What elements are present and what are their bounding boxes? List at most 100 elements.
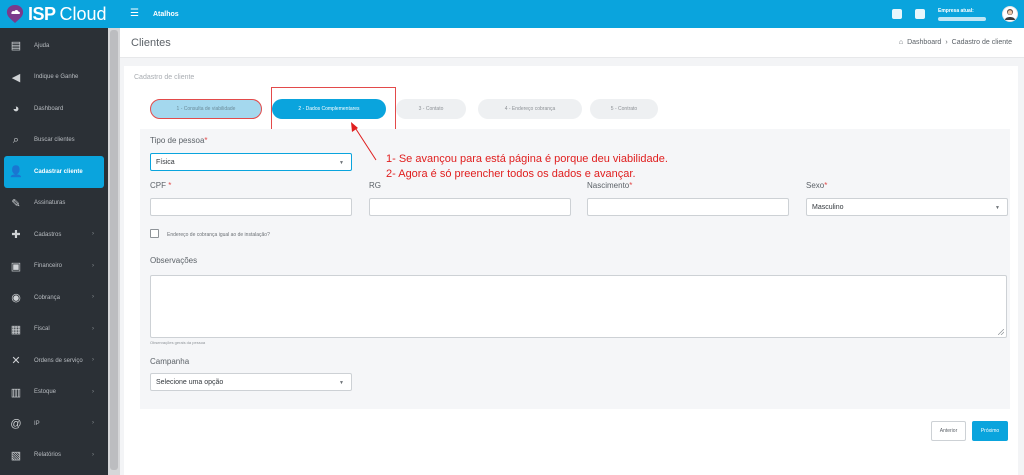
annotation-line-1: 1- Se avançou para está página é porque …: [386, 153, 668, 165]
sidebar-item-label: Financeiro: [34, 263, 63, 270]
annotation-highlight-box: [271, 87, 396, 131]
user-avatar[interactable]: [1002, 6, 1018, 22]
caret-down-icon: ▼: [339, 160, 344, 166]
top-bar: ISP Cloud ☰ Atalhos Empresa atual:: [0, 0, 1024, 28]
step-3-contact[interactable]: 3 - Contato: [396, 99, 466, 119]
campanha-value: Selecione uma opção: [156, 378, 224, 386]
observacoes-textarea[interactable]: [150, 275, 1007, 338]
sidebar-scrollbar-thumb[interactable]: [110, 30, 118, 470]
observacoes-help: Observações gerais da pessoa: [150, 340, 206, 345]
pencil-icon: ✎: [11, 197, 21, 210]
sidebar: ▤ Ajuda ◀ Indique e Ganhe ◕ Dashboard ⌕ …: [0, 28, 108, 475]
chevron-right-icon: ›: [92, 262, 94, 269]
sidebar-item-label: Assinaturas: [34, 200, 66, 207]
chevron-right-icon: ›: [92, 388, 94, 395]
logo[interactable]: ISP Cloud: [0, 0, 120, 28]
cpf-input[interactable]: [150, 198, 352, 216]
company-label: Empresa atual:: [938, 7, 974, 14]
sidebar-item-label: Fiscal: [34, 326, 50, 333]
sidebar-item-cadastrar[interactable]: 👤 Cadastrar cliente: [4, 156, 104, 188]
sidebar-item-ordens[interactable]: ✕ Ordens de serviço ›: [0, 345, 108, 377]
sidebar-item-label: Relatórios: [34, 452, 62, 459]
avatar-icon: [1005, 9, 1015, 20]
sidebar-item-cobranca[interactable]: ◉ Cobrança ›: [0, 282, 108, 314]
sidebar-item-estoque[interactable]: ▥ Estoque ›: [0, 377, 108, 409]
nascimento-input[interactable]: [587, 198, 789, 216]
home-icon: ⌂: [898, 39, 904, 46]
chevron-right-icon: ›: [92, 420, 94, 426]
sidebar-item-fiscal[interactable]: ▦ Fiscal ›: [0, 314, 108, 346]
breadcrumb: ⌂ Dashboard › Cadastro de cliente: [899, 39, 1012, 46]
observacoes-label: Observações: [150, 256, 198, 265]
tipo-pessoa-select[interactable]: Física ▼: [150, 153, 352, 171]
sidebar-item-buscar[interactable]: ⌕ Buscar clientes: [0, 125, 108, 157]
sidebar-item-assinaturas[interactable]: ✎ Assinaturas: [0, 188, 108, 220]
hamburger-menu-icon[interactable]: ☰: [130, 9, 139, 19]
step-5-contract[interactable]: 5 - Contrato: [590, 99, 658, 119]
shortcuts-link[interactable]: Atalhos: [153, 11, 179, 18]
sexo-select[interactable]: Masculino ▼: [806, 198, 1008, 216]
sidebar-item-label: Buscar clientes: [34, 137, 75, 144]
sidebar-item-cadastros[interactable]: ✚ Cadastros ›: [0, 219, 108, 251]
calendar-icon[interactable]: [915, 9, 925, 19]
caret-down-icon: ▼: [995, 205, 1000, 211]
page-header: Clientes ⌂ Dashboard › Cadastro de clien…: [120, 28, 1024, 58]
sidebar-item-label: Ordens de serviço: [34, 357, 83, 364]
sidebar-item-relatorios[interactable]: ▧ Relatórios ›: [0, 440, 108, 472]
book-icon: ▤: [10, 40, 22, 53]
sidebar-item-label: IP: [34, 420, 40, 427]
sidebar-item-label: Cadastros: [34, 231, 62, 238]
sidebar-item-label: Cadastrar cliente: [34, 168, 83, 175]
sidebar-item-label: Indique e Ganhe: [34, 74, 79, 81]
company-selector[interactable]: Empresa atual:: [938, 8, 994, 21]
chevron-right-icon: ›: [92, 325, 94, 332]
breadcrumb-dashboard[interactable]: Dashboard: [907, 39, 941, 46]
breadcrumb-current: Cadastro de cliente: [951, 39, 1012, 46]
billing-same-checkbox[interactable]: [150, 229, 159, 238]
sidebar-item-ajuda[interactable]: ▤ Ajuda: [0, 30, 108, 62]
step-1-viability[interactable]: 1 - Consulta de viabilidade: [150, 99, 262, 119]
annotation-line-2: 2- Agora é só preencher todos os dados e…: [386, 168, 636, 180]
box-icon: ▥: [10, 386, 22, 399]
step-label: 4 - Endereço cobrança: [504, 106, 556, 112]
topbar-right: Empresa atual:: [892, 0, 1024, 28]
registration-card: Cadastro de cliente 1 - Consulta de viab…: [124, 66, 1018, 475]
add-user-icon: 👤: [9, 166, 23, 179]
sidebar-item-financeiro[interactable]: ▣ Financeiro ›: [0, 251, 108, 283]
company-name-redacted: [938, 16, 986, 21]
billing-checkbox-label: Endereço de cobrança igual ao de instala…: [167, 232, 270, 238]
chevron-right-icon: ›: [92, 357, 94, 363]
annotation-text: 1- Se avançou para está página é porque …: [386, 152, 668, 182]
rg-input[interactable]: [369, 198, 571, 216]
resize-grip-icon[interactable]: [998, 329, 1004, 335]
campanha-select[interactable]: Selecione uma opção ▼: [150, 373, 352, 391]
logo-text-isp: ISP: [28, 3, 56, 24]
eye-icon: ◉: [11, 292, 21, 305]
sidebar-item-indique[interactable]: ◀ Indique e Ganhe: [0, 62, 108, 94]
rg-label: RG: [369, 181, 381, 190]
sidebar-item-ip[interactable]: @ IP ›: [0, 408, 108, 440]
sidebar-item-label: Cobrança: [34, 294, 61, 301]
chevron-right-icon: ›: [92, 294, 94, 300]
wrench-icon: ✕: [11, 355, 21, 368]
card-title: Cadastro de cliente: [134, 74, 195, 81]
tipo-pessoa-label: Tipo de pessoa*: [150, 136, 208, 145]
cpf-label: CPF *: [150, 181, 172, 190]
step-4-billing-address[interactable]: 4 - Endereço cobrança: [478, 99, 582, 119]
dashboard-icon: ◕: [12, 102, 20, 115]
notes-icon[interactable]: [892, 9, 902, 19]
next-button[interactable]: Próximo: [972, 421, 1008, 441]
sidebar-item-label: Dashboard: [34, 105, 64, 112]
search-icon: ⌕: [12, 133, 20, 146]
step-label: 1 - Consulta de viabilidade: [176, 106, 236, 112]
nascimento-label: Nascimento*: [587, 181, 633, 190]
chevron-right-icon: ›: [92, 451, 94, 458]
logo-text-cloud: Cloud: [59, 3, 107, 24]
step-label: 3 - Contato: [418, 106, 444, 112]
previous-button[interactable]: Anterior: [931, 421, 966, 441]
sidebar-item-label: Ajuda: [34, 42, 50, 49]
campanha-label: Campanha: [150, 357, 190, 366]
sidebar-item-dashboard[interactable]: ◕ Dashboard: [0, 93, 108, 125]
sexo-value: Masculino: [812, 203, 844, 211]
page-title: Clientes: [131, 36, 171, 49]
